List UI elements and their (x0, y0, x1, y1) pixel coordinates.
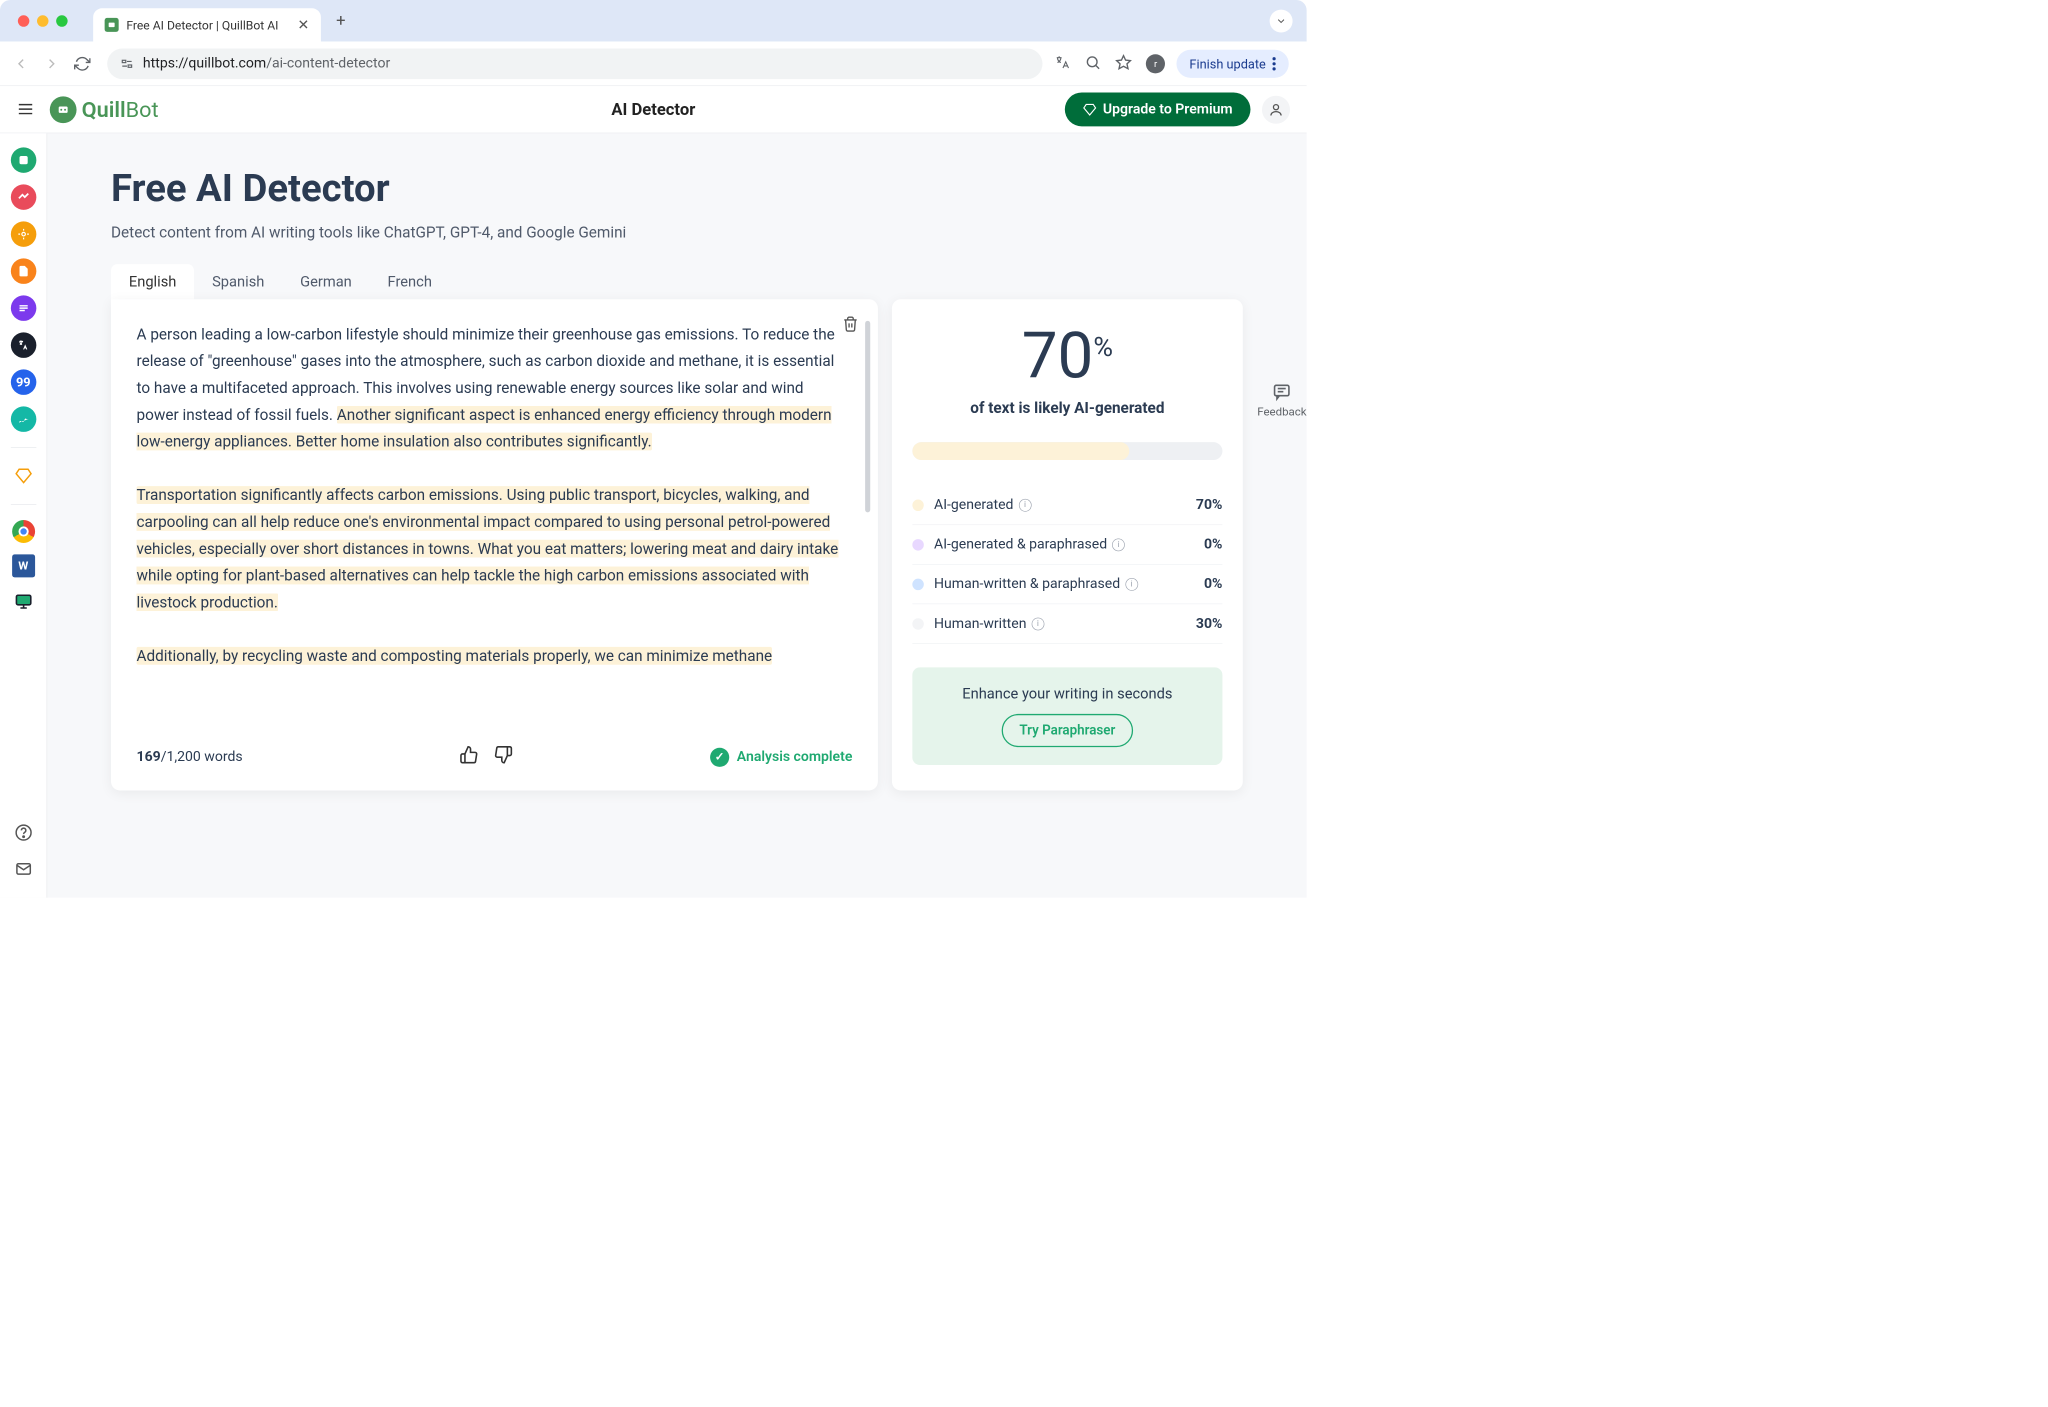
content: Free AI Detector Detect content from AI … (47, 133, 1306, 897)
upgrade-button[interactable]: Upgrade to Premium (1065, 93, 1251, 127)
page-header-title: AI Detector (611, 100, 695, 119)
diamond-icon (1082, 102, 1096, 116)
tab-english[interactable]: English (111, 264, 194, 299)
feedback-button[interactable]: Feedback (1257, 382, 1306, 418)
menu-icon[interactable] (17, 100, 36, 119)
close-tab-icon[interactable]: ✕ (298, 17, 310, 33)
tab-favicon (105, 18, 119, 32)
editor-text[interactable]: A person leading a low-carbon lifestyle … (137, 321, 853, 697)
para2-highlight: Transportation significantly affects car… (137, 486, 839, 611)
rail-grammar-icon[interactable] (11, 184, 37, 210)
tabs-dropdown-button[interactable] (1270, 9, 1293, 32)
breakdown-human: Human-written i 30% (912, 604, 1222, 644)
word-count: 169/1,200 words (137, 749, 243, 765)
address-bar[interactable]: https://quillbot.com/ai-content-detector (107, 48, 1043, 79)
close-window-button[interactable] (18, 15, 29, 26)
browser-tab[interactable]: Free AI Detector | QuillBot AI ✕ (93, 8, 321, 41)
rail-flow-icon[interactable] (11, 406, 37, 432)
tab-spanish[interactable]: Spanish (194, 264, 282, 299)
breakdown-ai-paraphrased: AI-generated & paraphrased i 0% (912, 525, 1222, 565)
profile-avatar[interactable]: r (1146, 54, 1165, 73)
language-tabs: English Spanish German French (111, 264, 1243, 299)
site-settings-icon[interactable] (120, 56, 134, 70)
try-paraphraser-button[interactable]: Try Paraphraser (1002, 714, 1134, 747)
logo-text: QuillBot (82, 97, 159, 123)
thumbs-down-icon[interactable] (494, 745, 513, 769)
minimize-window-button[interactable] (37, 15, 48, 26)
dot-ai (912, 499, 923, 510)
result-progress-fill (912, 442, 1129, 460)
browser-tab-bar: Free AI Detector | QuillBot AI ✕ + (0, 0, 1307, 41)
rail-summarizer-icon[interactable] (11, 295, 37, 321)
rail-desktop-icon[interactable] (11, 589, 37, 615)
browser-toolbar: https://quillbot.com/ai-content-detector… (0, 41, 1307, 86)
result-percent: 70% (912, 325, 1222, 389)
dot-ai-paraphrased (912, 539, 923, 550)
app-header: QuillBot AI Detector Upgrade to Premium (0, 86, 1307, 133)
url-text: https://quillbot.com/ai-content-detector (143, 56, 390, 72)
page-title: Free AI Detector (111, 165, 1243, 210)
rail-chrome-icon[interactable] (12, 520, 35, 543)
enhance-box: Enhance your writing in seconds Try Para… (912, 667, 1222, 765)
rail-divider-2 (11, 504, 37, 505)
back-button[interactable] (11, 54, 30, 73)
info-icon[interactable]: i (1125, 578, 1138, 591)
reload-button[interactable] (73, 54, 92, 73)
result-progress-bar (912, 442, 1222, 460)
feedback-icon (1272, 382, 1291, 401)
tab-german[interactable]: German (282, 264, 369, 299)
editor-panel: A person leading a low-carbon lifestyle … (111, 299, 878, 790)
scrollbar[interactable] (865, 321, 870, 512)
analysis-status: ✓ Analysis complete (710, 747, 852, 766)
thumbs-up-icon[interactable] (460, 745, 479, 769)
results-panel: 70% of text is likely AI-generated AI-ge… (892, 299, 1243, 790)
logo-icon (50, 96, 77, 123)
forward-button[interactable] (42, 54, 61, 73)
finish-update-button[interactable]: Finish update (1177, 49, 1289, 77)
breakdown-human-paraphrased: Human-written & paraphrased i 0% (912, 565, 1222, 605)
rail-plagiarism-icon[interactable] (11, 258, 37, 284)
rail-mail-icon[interactable] (14, 860, 32, 882)
enhance-text: Enhance your writing in seconds (930, 685, 1204, 702)
translate-icon[interactable] (1054, 54, 1073, 73)
rail-premium-icon[interactable] (11, 463, 37, 489)
breakdown-ai: AI-generated i 70% (912, 486, 1222, 526)
check-icon: ✓ (710, 747, 729, 766)
info-icon[interactable]: i (1112, 538, 1125, 551)
maximize-window-button[interactable] (56, 15, 67, 26)
dot-human (912, 618, 923, 629)
para3-highlight: Additionally, by recycling waste and com… (137, 647, 773, 665)
rail-citation-icon[interactable]: 99 (11, 369, 37, 395)
rail-help-icon[interactable] (14, 824, 32, 846)
quillbot-logo[interactable]: QuillBot (50, 96, 159, 123)
result-label: of text is likely AI-generated (912, 399, 1222, 417)
page-subtitle: Detect content from AI writing tools lik… (111, 223, 1243, 241)
new-tab-button[interactable]: + (336, 11, 345, 30)
info-icon[interactable]: i (1019, 499, 1032, 512)
clear-text-icon[interactable] (842, 316, 859, 337)
bookmark-icon[interactable] (1115, 54, 1134, 73)
rail-divider (11, 447, 37, 448)
rail-ai-detector-icon[interactable] (11, 221, 37, 247)
editor-footer: 169/1,200 words ✓ Analysis complete (137, 745, 853, 769)
window-controls (6, 15, 79, 26)
dot-human-paraphrased (912, 578, 923, 589)
tab-french[interactable]: French (370, 264, 450, 299)
rail-translator-icon[interactable] (11, 332, 37, 358)
left-rail: 99 W (0, 133, 47, 897)
tab-title: Free AI Detector | QuillBot AI (126, 18, 278, 33)
info-icon[interactable]: i (1032, 617, 1045, 630)
rail-paraphraser-icon[interactable] (11, 147, 37, 173)
main-area: 99 W Free AI Detector Detect content fro… (0, 133, 1307, 897)
zoom-icon[interactable] (1085, 54, 1104, 73)
rail-word-icon[interactable]: W (12, 554, 35, 577)
account-icon[interactable] (1262, 95, 1290, 123)
